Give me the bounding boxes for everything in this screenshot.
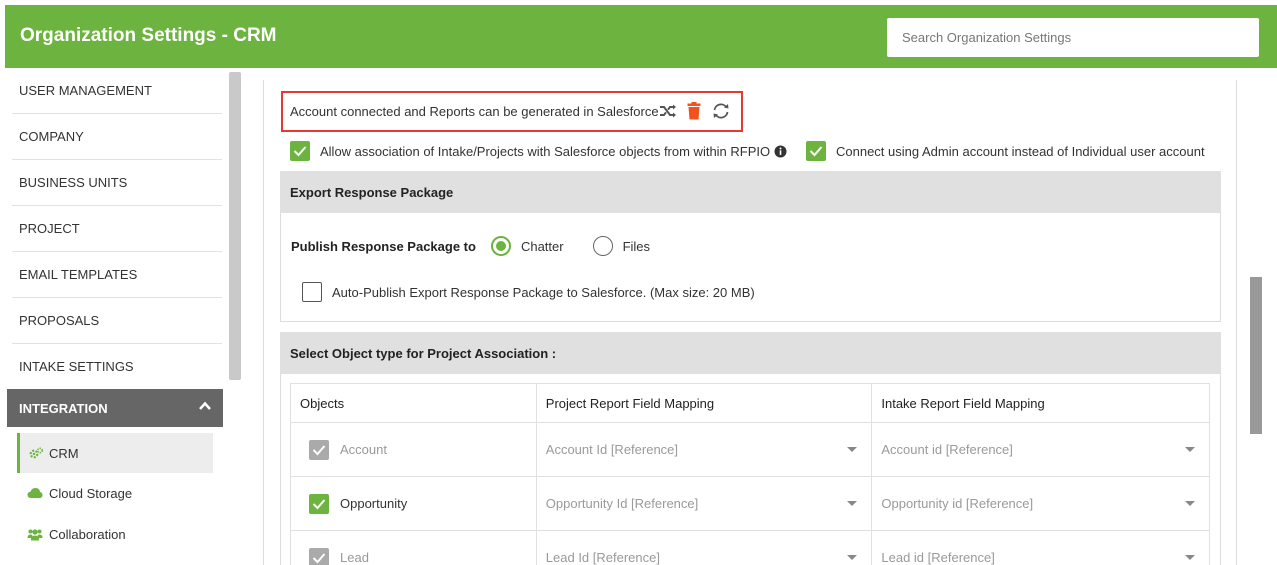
page-title: Organization Settings - CRM xyxy=(20,25,277,46)
sidebar-subitem-cloud-storage[interactable]: Cloud Storage xyxy=(17,473,213,513)
project-mapping-select[interactable]: Account Id [Reference] xyxy=(537,442,872,457)
connection-status-text: Account connected and Reports can be gen… xyxy=(290,104,659,119)
project-mapping-select[interactable]: Opportunity Id [Reference] xyxy=(537,496,872,511)
sidebar-item-intake-settings[interactable]: INTAKE SETTINGS xyxy=(12,343,222,389)
caret-down-icon xyxy=(847,447,858,452)
association-panel-header: Select Object type for Project Associati… xyxy=(280,332,1221,374)
object-cell: Opportunity xyxy=(291,493,536,514)
sidebar-item-label: INTEGRATION xyxy=(19,400,108,416)
shuffle-icon[interactable] xyxy=(659,103,677,119)
chevron-up-icon xyxy=(199,401,211,410)
sidebar-item-project[interactable]: PROJECT xyxy=(12,206,222,252)
intake-mapping-select[interactable]: Opportunity id [Reference] xyxy=(872,496,1209,511)
export-panel-header: Export Response Package xyxy=(280,171,1221,213)
auto-publish-checkbox[interactable] xyxy=(302,282,322,302)
caret-down-icon xyxy=(847,501,858,506)
object-mapping-table: Objects Project Report Field Mapping Int… xyxy=(290,383,1210,565)
sidebar-scrollbar[interactable] xyxy=(229,72,241,380)
sidebar-item-proposals[interactable]: PROPOSALS xyxy=(12,298,222,344)
auto-publish-label: Auto-Publish Export Response Package to … xyxy=(332,284,755,300)
admin-account-label: Connect using Admin account instead of I… xyxy=(836,143,1205,159)
check-icon xyxy=(809,146,823,157)
sidebar-item-email-templates[interactable]: EMAIL TEMPLATES xyxy=(12,252,222,298)
admin-account-option[interactable]: Connect using Admin account instead of I… xyxy=(806,141,1205,161)
users-icon xyxy=(27,528,43,540)
publish-label: Publish Response Package to xyxy=(291,238,476,254)
check-icon xyxy=(293,146,307,157)
publish-row: Publish Response Package to Chatter File… xyxy=(291,236,650,256)
export-panel-body: Publish Response Package to Chatter File… xyxy=(280,213,1221,322)
connection-status-box: Account connected and Reports can be gen… xyxy=(281,91,743,132)
auto-publish-option[interactable]: Auto-Publish Export Response Package to … xyxy=(302,282,755,302)
sidebar-item-company[interactable]: COMPANY xyxy=(12,114,222,160)
caret-down-icon xyxy=(847,555,858,560)
allow-association-label: Allow association of Intake/Projects wit… xyxy=(320,143,771,159)
check-icon xyxy=(312,552,326,563)
object-cell: Lead xyxy=(291,547,536,565)
caret-down-icon xyxy=(1185,555,1195,560)
object-checkbox[interactable] xyxy=(309,547,329,565)
content-border-left xyxy=(263,80,264,565)
trash-icon[interactable] xyxy=(687,102,701,120)
sidebar-subitem-label: Collaboration xyxy=(49,526,126,542)
app-header: Organization Settings - CRM xyxy=(5,5,1277,68)
select-value: Account id [Reference] xyxy=(881,442,1013,457)
sidebar-subitem-collaboration[interactable]: Collaboration xyxy=(17,514,213,554)
association-panel-title: Select Object type for Project Associati… xyxy=(290,345,557,361)
allow-association-option[interactable]: Allow association of Intake/Projects wit… xyxy=(290,141,787,161)
sidebar: USER MANAGEMENT COMPANY BUSINESS UNITS P… xyxy=(5,68,243,565)
project-mapping-select[interactable]: Lead Id [Reference] xyxy=(537,550,872,565)
caret-down-icon xyxy=(1185,447,1195,452)
content-scrollbar[interactable] xyxy=(1250,277,1262,434)
object-label: Account xyxy=(340,442,387,457)
check-icon xyxy=(312,444,326,455)
cogs-icon xyxy=(29,447,43,459)
content-border-right xyxy=(1236,80,1237,565)
select-value: Account Id [Reference] xyxy=(545,442,679,457)
cloud-icon xyxy=(27,488,43,498)
search-input[interactable] xyxy=(887,18,1259,57)
sidebar-item-business-units[interactable]: BUSINESS UNITS xyxy=(12,160,222,206)
object-checkbox[interactable] xyxy=(309,439,329,460)
sync-icon[interactable] xyxy=(711,102,731,120)
select-value: Lead Id [Reference] xyxy=(545,550,660,565)
admin-account-checkbox[interactable] xyxy=(806,141,826,161)
info-icon[interactable] xyxy=(774,145,787,158)
export-panel-title: Export Response Package xyxy=(290,184,454,200)
radio-files[interactable] xyxy=(592,236,613,256)
select-value: Lead id [Reference] xyxy=(881,550,995,565)
column-header-project-mapping: Project Report Field Mapping xyxy=(535,383,873,423)
object-checkbox[interactable] xyxy=(309,493,329,514)
radio-files-label: Files xyxy=(622,238,651,254)
allow-association-checkbox[interactable] xyxy=(290,141,310,161)
sidebar-item-user-management[interactable]: USER MANAGEMENT xyxy=(12,68,222,114)
radio-chatter-label: Chatter xyxy=(520,238,564,254)
table-header-row: Objects Project Report Field Mapping Int… xyxy=(290,383,1210,423)
column-header-objects: Objects xyxy=(290,383,537,423)
intake-mapping-select[interactable]: Account id [Reference] xyxy=(872,442,1209,457)
sidebar-subitem-crm[interactable]: CRM xyxy=(17,433,213,473)
select-value: Opportunity id [Reference] xyxy=(881,496,1034,511)
table-row: Opportunity Opportunity Id [Reference] O… xyxy=(290,476,1210,531)
sidebar-item-integration[interactable]: INTEGRATION xyxy=(7,389,223,427)
table-row: Lead Lead Id [Reference] Lead id [Refere… xyxy=(290,530,1210,565)
column-header-intake-mapping: Intake Report Field Mapping xyxy=(871,383,1210,423)
radio-chatter[interactable] xyxy=(490,236,511,256)
object-label: Opportunity xyxy=(340,496,408,511)
connection-actions xyxy=(659,102,731,120)
select-value: Opportunity Id [Reference] xyxy=(545,496,699,511)
table-row: Account Account Id [Reference] Account i… xyxy=(290,422,1210,477)
sidebar-subitem-label: Cloud Storage xyxy=(49,485,133,501)
check-icon xyxy=(312,498,326,509)
object-cell: Account xyxy=(291,439,536,460)
intake-mapping-select[interactable]: Lead id [Reference] xyxy=(872,550,1209,565)
caret-down-icon xyxy=(1185,501,1195,506)
sidebar-subitem-label: CRM xyxy=(49,445,79,461)
object-label: Lead xyxy=(340,550,369,565)
